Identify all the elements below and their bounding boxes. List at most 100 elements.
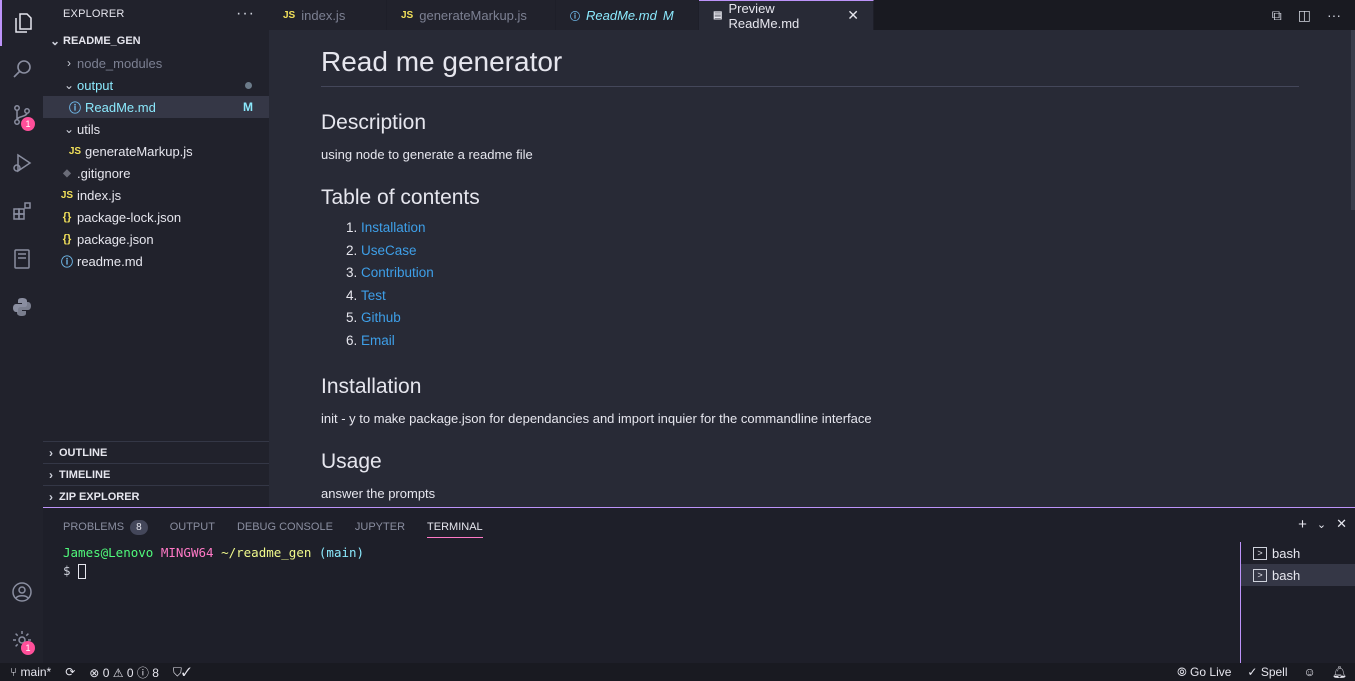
tab-terminal[interactable]: TERMINAL	[427, 516, 483, 538]
toc-link-email[interactable]: Email	[361, 333, 395, 348]
explorer-header: EXPLORER ···	[43, 0, 269, 28]
feedback-icon[interactable]: ☺	[1304, 665, 1316, 679]
close-icon[interactable]: ✕	[847, 7, 859, 24]
go-live-button[interactable]: ⦾ Go Live	[1177, 665, 1231, 680]
python-icon[interactable]	[0, 284, 43, 330]
warning-icon: ⚠	[112, 665, 124, 680]
toc-link-test[interactable]: Test	[361, 288, 386, 303]
tree-item-readme-output[interactable]: ⓘ ReadMe.md M	[43, 96, 269, 118]
tree-item-output[interactable]: ⌄ output	[43, 74, 269, 96]
tree-item-gitignore[interactable]: ◆ .gitignore	[43, 162, 269, 184]
terminal-host: MINGW64	[160, 545, 214, 560]
close-panel-icon[interactable]: ✕	[1336, 516, 1347, 533]
section-outline[interactable]: › OUTLINE	[43, 441, 269, 463]
toc-link-usecase[interactable]: UseCase	[361, 243, 417, 258]
heading-description: Description	[321, 111, 427, 134]
chevron-right-icon: ›	[49, 467, 53, 482]
terminal-branch: (main)	[318, 545, 365, 560]
accounts-icon[interactable]	[0, 569, 43, 615]
tree-item-label: .gitignore	[77, 165, 131, 181]
extensions-icon[interactable]	[0, 188, 43, 234]
error-icon: ⊗	[89, 665, 100, 680]
info-file-icon: ⓘ	[68, 100, 81, 115]
go-live-label: Go Live	[1190, 664, 1232, 679]
branch-status[interactable]: ⑂ main*	[10, 665, 51, 679]
terminal-list: > bash > bash	[1240, 542, 1355, 664]
js-file-icon: JS	[68, 145, 82, 157]
explorer-icon[interactable]	[0, 0, 43, 46]
tab-jupyter[interactable]: JUPYTER	[355, 516, 405, 538]
chevron-right-icon: ›	[67, 56, 71, 70]
run-debug-icon[interactable]	[0, 140, 43, 186]
toc-item: Github	[361, 310, 1299, 333]
chevron-down-icon[interactable]: ⌄	[1317, 518, 1326, 533]
info-file-icon: ⓘ	[60, 254, 73, 269]
tab-problems[interactable]: PROBLEMS 8	[63, 516, 148, 538]
tab-index-js[interactable]: JS index.js	[269, 0, 387, 30]
status-bar: ⑂ main* ⟳ ⊗ 0 ⚠ 0 ⓘ 8 ⛉✓ ⦾ Go Live ✓ Spe…	[0, 663, 1355, 681]
terminal-prompt-line: James@Lenovo MINGW64 ~/readme_gen (main)	[63, 544, 364, 562]
section-zip-explorer[interactable]: › ZIP EXPLORER	[43, 485, 269, 507]
explorer-title: EXPLORER	[63, 8, 125, 20]
toc-item: Test	[361, 288, 1299, 311]
terminal-instance[interactable]: > bash	[1241, 564, 1355, 586]
more-actions-icon[interactable]: ···	[1327, 7, 1341, 23]
tree-item-label: package.json	[77, 231, 154, 247]
terminal-instance[interactable]: > bash	[1241, 542, 1355, 564]
settings-gear-icon[interactable]: 1	[0, 617, 43, 663]
tab-preview-readme[interactable]: ▤ Preview ReadMe.md ✕	[699, 0, 874, 31]
tab-label: PROBLEMS	[63, 521, 125, 533]
broadcast-icon: ⦾	[1177, 664, 1187, 679]
tab-output[interactable]: OUTPUT	[170, 516, 215, 538]
tree-item-label: utils	[77, 121, 101, 137]
tree-item-package-lock[interactable]: {} package-lock.json	[43, 206, 269, 228]
tree-item-node-modules[interactable]: › node_modules	[43, 52, 269, 74]
preview-content: Read me generator Description using node…	[321, 30, 1299, 501]
open-source-icon[interactable]: ⧉	[1272, 7, 1282, 24]
tree-item-label: node_modules	[77, 55, 163, 71]
workspace-root[interactable]: ⌄ README_GEN	[43, 30, 269, 52]
sync-icon[interactable]: ⟳	[65, 665, 75, 679]
info-count: 8	[152, 665, 159, 680]
toc-link-contribution[interactable]: Contribution	[361, 265, 434, 280]
toc-link-installation[interactable]: Installation	[361, 220, 426, 235]
tree-item-generate-markup[interactable]: JS generateMarkup.js	[43, 140, 269, 162]
chevron-down-icon: ⌄	[49, 34, 61, 48]
tree-item-readme-root[interactable]: ⓘ readme.md	[43, 250, 269, 272]
json-file-icon: {}	[62, 211, 72, 223]
tab-generate-markup[interactable]: JS generateMarkup.js	[387, 0, 556, 30]
terminal-output[interactable]: James@Lenovo MINGW64 ~/readme_gen (main)…	[63, 544, 364, 580]
search-icon[interactable]	[0, 46, 43, 92]
toc-link-github[interactable]: Github	[361, 310, 401, 325]
editor-scrollbar[interactable]	[1351, 30, 1355, 210]
bell-icon[interactable]: 🔔︎	[1332, 665, 1347, 679]
tree-item-package-json[interactable]: {} package.json	[43, 228, 269, 250]
toc-item: UseCase	[361, 243, 1299, 266]
shield-check-icon[interactable]: ⛉✓	[173, 665, 191, 680]
section-timeline[interactable]: › TIMELINE	[43, 463, 269, 485]
new-terminal-icon[interactable]: +	[1298, 516, 1307, 533]
check-icon: ✓	[1247, 665, 1258, 679]
tab-label: DEBUG CONSOLE	[236, 521, 333, 533]
notebook-icon[interactable]	[0, 236, 43, 282]
section-label: ZIP EXPLORER	[59, 490, 140, 503]
tree-item-label: index.js	[77, 187, 122, 203]
terminal-input-line: $	[63, 562, 364, 580]
toc-item: Email	[361, 333, 1299, 356]
split-editor-icon[interactable]: ◫	[1298, 7, 1311, 24]
tree-item-index-js[interactable]: JS index.js	[43, 184, 269, 206]
spell-button[interactable]: ✓ Spell	[1247, 665, 1287, 679]
tab-label: OUTPUT	[169, 521, 215, 533]
tree-item-label: ReadMe.md	[85, 99, 156, 115]
tab-readme-md[interactable]: ⓘ ReadMe.md M	[556, 0, 699, 30]
tab-debug-console[interactable]: DEBUG CONSOLE	[237, 516, 333, 538]
problems-status[interactable]: ⊗ 0 ⚠ 0 ⓘ 8	[89, 664, 159, 681]
js-file-icon: JS	[283, 9, 296, 21]
source-control-icon[interactable]: 1	[0, 92, 43, 138]
problems-count-badge: 8	[130, 519, 148, 535]
toc-item: Installation	[361, 220, 1299, 243]
spell-label: Spell	[1260, 665, 1288, 679]
tree-item-utils[interactable]: ⌄ utils	[43, 118, 269, 140]
tab-label: ReadMe.md	[586, 7, 657, 23]
more-actions-icon[interactable]: ···	[236, 5, 255, 23]
